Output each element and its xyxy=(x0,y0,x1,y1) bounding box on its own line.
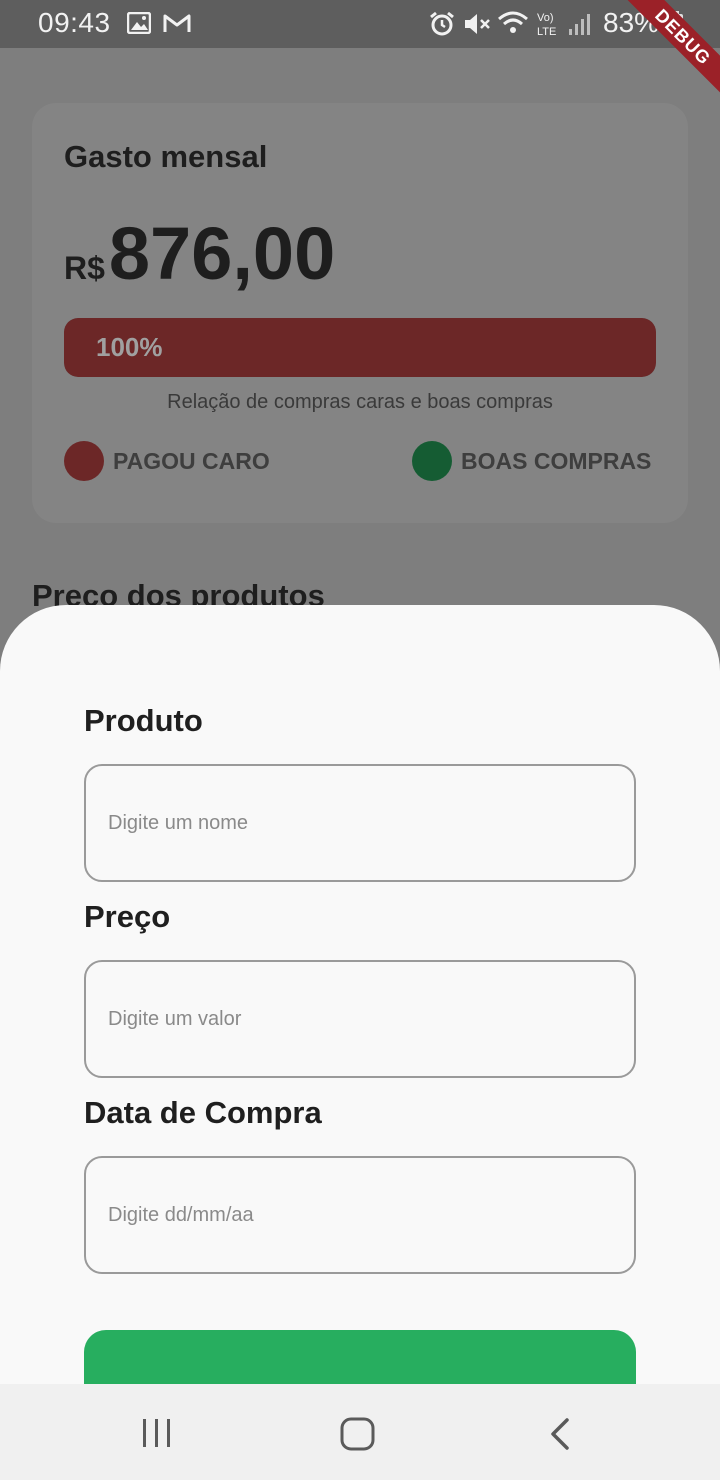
recent-apps-icon[interactable] xyxy=(140,1418,174,1448)
wifi-icon xyxy=(498,11,528,33)
purchase-date-input[interactable] xyxy=(84,1156,636,1274)
debug-banner: DEBUG xyxy=(610,0,720,110)
progress-caption: Relação de compras caras e boas compras xyxy=(167,391,553,413)
purchase-date-label: Data de Compra xyxy=(84,1095,322,1130)
gmail-icon xyxy=(163,14,191,32)
signal-icon xyxy=(569,14,590,35)
monthly-spending-card: Gasto mensal R$876,00 100% Relação de co… xyxy=(32,103,688,523)
red-dot-icon xyxy=(64,441,104,481)
mute-icon xyxy=(465,14,490,34)
price-input[interactable] xyxy=(84,960,636,1078)
card-title: Gasto mensal xyxy=(64,139,268,174)
legend-label: PAGOU CARO xyxy=(113,447,270,474)
amount-value: 876,00 xyxy=(108,212,336,295)
debug-label: DEBUG xyxy=(620,0,720,100)
progress-bar: 100% xyxy=(64,318,656,377)
svg-text:Vo): Vo) xyxy=(537,12,554,24)
alarm-icon xyxy=(430,11,454,36)
image-icon xyxy=(127,12,151,34)
green-dot-icon xyxy=(412,441,452,481)
home-icon[interactable] xyxy=(340,1417,376,1451)
amount-display: R$876,00 xyxy=(64,211,335,296)
svg-text:LTE: LTE xyxy=(537,26,556,38)
legend-item-good: BOAS COMPRAS xyxy=(412,441,651,481)
currency-symbol: R$ xyxy=(64,250,105,286)
volte-icon: Vo) LTE xyxy=(537,12,556,38)
price-label: Preço xyxy=(84,899,171,934)
add-product-sheet: Produto Preço Data de Compra xyxy=(0,605,720,1385)
legend-label: BOAS COMPRAS xyxy=(461,447,652,474)
back-icon[interactable] xyxy=(548,1418,572,1450)
progress-label: 100% xyxy=(96,332,163,362)
legend-item-expensive: PAGOU CARO xyxy=(64,441,270,481)
status-time: 09:43 xyxy=(38,7,111,38)
product-label: Produto xyxy=(84,703,203,738)
product-name-input[interactable] xyxy=(84,764,636,882)
navigation-bar xyxy=(0,1384,720,1480)
submit-button[interactable] xyxy=(84,1330,636,1385)
